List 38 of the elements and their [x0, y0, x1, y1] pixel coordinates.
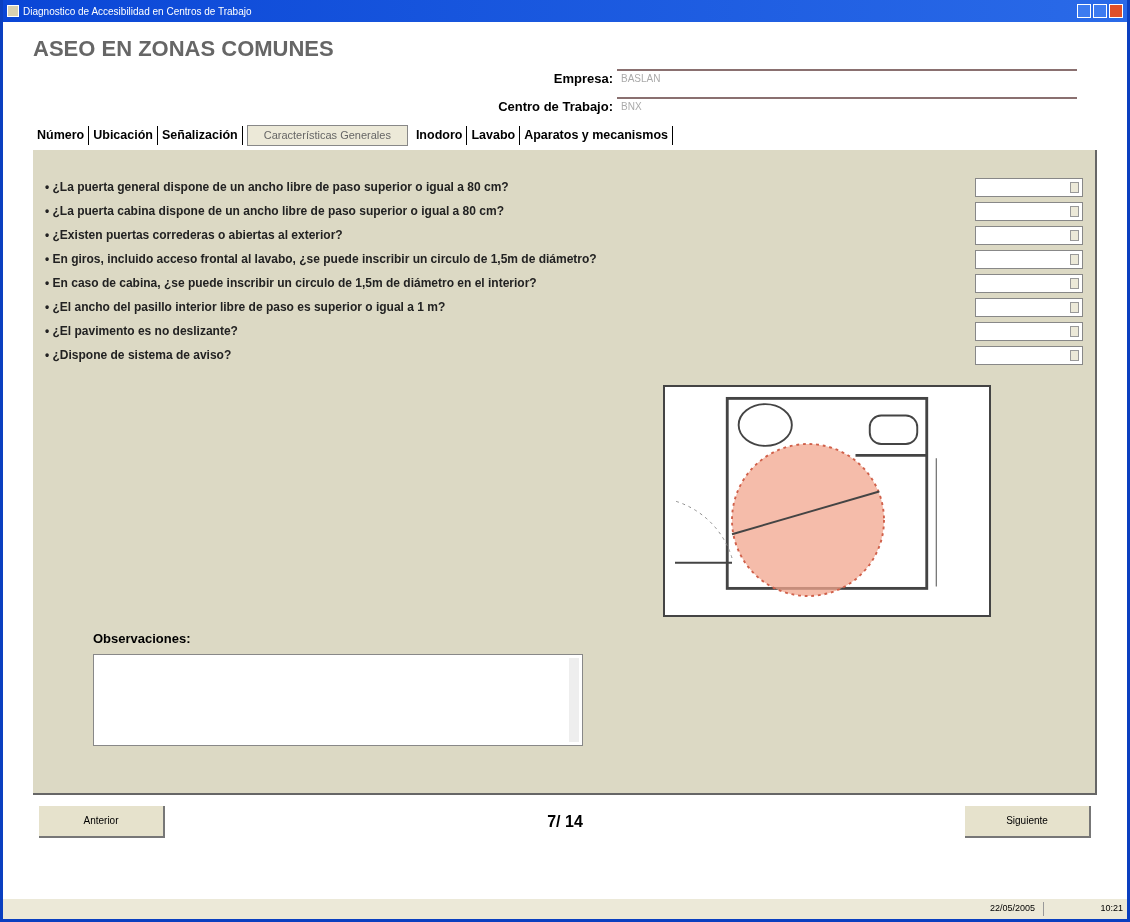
- answer-dropdown[interactable]: [975, 177, 1083, 197]
- tab[interactable]: Señalización: [158, 125, 243, 145]
- field-label: Centro de Trabajo:: [498, 98, 613, 117]
- next-button[interactable]: Siguiente: [965, 805, 1091, 838]
- observations-field[interactable]: [93, 654, 583, 746]
- answer-dropdown[interactable]: [975, 225, 1083, 245]
- page-counter: 7/ 14: [547, 811, 583, 832]
- answer-dropdown[interactable]: [975, 201, 1083, 221]
- window-title: Diagnostico de Accesibilidad en Centros de Trabajo: [23, 4, 252, 19]
- tab[interactable]: Inodoro: [411, 125, 468, 145]
- observations-label: Observaciones:: [93, 629, 192, 648]
- previous-button[interactable]: Anterior: [39, 805, 165, 838]
- question-text: • ¿El ancho del pasillo interior libre de paso es superior o igual a 1 m?: [45, 299, 446, 316]
- status-date: 22/05/2005: [989, 902, 1035, 916]
- question-text: • ¿La puerta cabina dispone de un ancho libre de paso superior o igual a 80 cm?: [45, 203, 504, 220]
- minimize-button[interactable]: [1077, 4, 1091, 18]
- app-icon: [7, 5, 19, 17]
- answer-dropdown[interactable]: [975, 273, 1083, 293]
- answer-dropdown[interactable]: [975, 297, 1083, 317]
- maximize-button[interactable]: [1093, 4, 1107, 18]
- status-time: 10:21: [1043, 902, 1123, 916]
- question-text: • En giros, incluido acceso frontal al lavabo, ¿se puede inscribir un circulo de 1,5m de diámetro?: [45, 251, 597, 268]
- answer-dropdown[interactable]: [975, 345, 1083, 365]
- tab[interactable]: Ubicación: [89, 125, 158, 145]
- answer-dropdown[interactable]: [975, 249, 1083, 269]
- answer-dropdown[interactable]: [975, 321, 1083, 341]
- question-text: • ¿El pavimento es no deslizante?: [45, 323, 238, 340]
- field-label: Empresa:: [553, 70, 613, 89]
- question-text: • En caso de cabina, ¿se puede inscribir un circulo de 1,5m de diámetro en el interior?: [45, 275, 537, 292]
- tab[interactable]: Características Generales: [246, 125, 408, 146]
- tab[interactable]: Lavabo: [467, 125, 521, 145]
- tab[interactable]: Número: [33, 125, 90, 145]
- page-heading: ASEO EN ZONAS COMUNES: [33, 35, 335, 63]
- tab[interactable]: Aparatos y mecanismos: [520, 125, 673, 145]
- question-text: • ¿Existen puertas correderas o abiertas al exterior?: [45, 227, 343, 244]
- question-text: • ¿Dispone de sistema de aviso?: [45, 347, 232, 364]
- close-button[interactable]: [1109, 4, 1123, 18]
- question-text: • ¿La puerta general dispone de un ancho libre de paso superior o igual a 80 cm?: [45, 179, 509, 196]
